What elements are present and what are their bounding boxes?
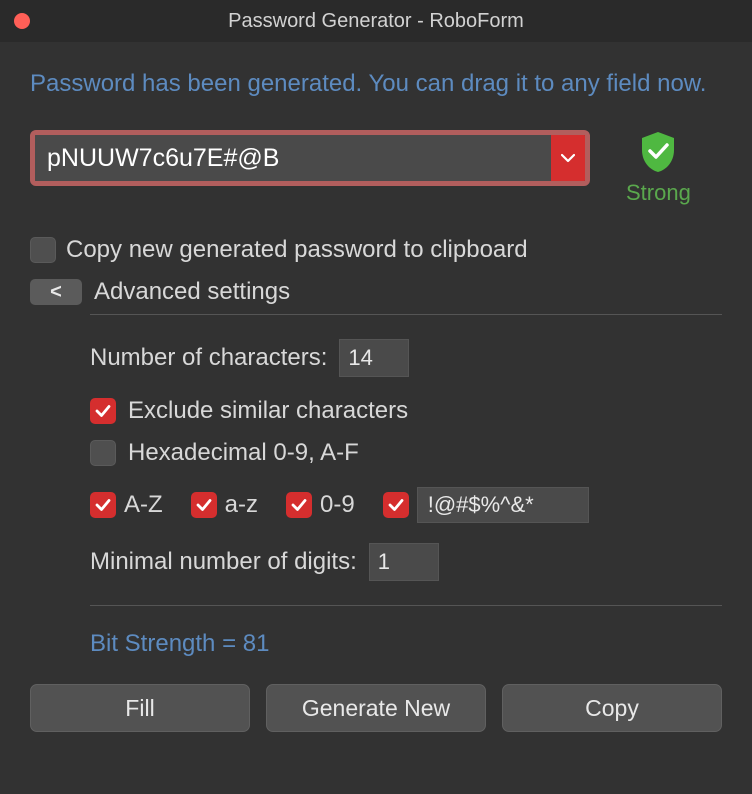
charset-special <box>383 487 589 523</box>
generate-new-button[interactable]: Generate New <box>266 684 486 732</box>
num-chars-input[interactable] <box>339 339 409 377</box>
titlebar: Password Generator - RoboForm <box>0 0 752 42</box>
advanced-header: < Advanced settings <box>30 278 722 306</box>
charset-special-checkbox[interactable] <box>383 492 409 518</box>
copy-button[interactable]: Copy <box>502 684 722 732</box>
check-icon <box>94 496 112 514</box>
fill-button[interactable]: Fill <box>30 684 250 732</box>
content: Password has been generated. You can dra… <box>0 42 752 732</box>
hex-row: Hexadecimal 0-9, A-F <box>90 439 722 467</box>
password-dropdown-button[interactable] <box>551 135 585 181</box>
exclude-similar-row: Exclude similar characters <box>90 397 722 425</box>
copy-clipboard-checkbox[interactable] <box>30 237 56 263</box>
min-digits-input[interactable] <box>369 543 439 581</box>
check-icon <box>387 496 405 514</box>
check-icon <box>195 496 213 514</box>
charset-upper: A-Z <box>90 491 163 519</box>
hex-checkbox[interactable] <box>90 440 116 466</box>
advanced-panel: Number of characters: Exclude similar ch… <box>90 314 722 606</box>
copy-clipboard-row: Copy new generated password to clipboard <box>30 236 722 264</box>
charset-lower: a-z <box>191 491 258 519</box>
charset-digits-checkbox[interactable] <box>286 492 312 518</box>
close-window-button[interactable] <box>14 13 30 29</box>
min-digits-label: Minimal number of digits: <box>90 548 357 576</box>
advanced-toggle-button[interactable]: < <box>30 279 82 305</box>
charset-special-input[interactable] <box>417 487 589 523</box>
num-chars-row: Number of characters: <box>90 339 722 377</box>
window-title: Password Generator - RoboForm <box>0 10 752 33</box>
chevron-down-icon <box>561 153 575 163</box>
check-icon <box>290 496 308 514</box>
charset-lower-label: a-z <box>225 491 258 519</box>
strength-indicator: Strong <box>626 130 691 206</box>
strength-label: Strong <box>626 180 691 206</box>
copy-clipboard-label: Copy new generated password to clipboard <box>66 236 528 264</box>
exclude-similar-label: Exclude similar characters <box>128 397 408 425</box>
bit-strength-text: Bit Strength = 81 <box>90 630 722 658</box>
charset-digits: 0-9 <box>286 491 355 519</box>
check-icon <box>94 402 112 420</box>
exclude-similar-checkbox[interactable] <box>90 398 116 424</box>
advanced-label: Advanced settings <box>94 278 290 306</box>
char-sets-row: A-Z a-z 0-9 <box>90 487 722 523</box>
info-text: Password has been generated. You can dra… <box>30 66 722 102</box>
hex-label: Hexadecimal 0-9, A-F <box>128 439 359 467</box>
password-input[interactable] <box>35 135 551 181</box>
shield-check-icon <box>638 130 678 174</box>
charset-upper-label: A-Z <box>124 491 163 519</box>
charset-upper-checkbox[interactable] <box>90 492 116 518</box>
password-row: Strong <box>30 130 722 206</box>
button-row: Fill Generate New Copy <box>30 684 722 732</box>
charset-digits-label: 0-9 <box>320 491 355 519</box>
password-field-wrap <box>30 130 590 186</box>
num-chars-label: Number of characters: <box>90 344 327 372</box>
charset-lower-checkbox[interactable] <box>191 492 217 518</box>
min-digits-row: Minimal number of digits: <box>90 543 722 581</box>
